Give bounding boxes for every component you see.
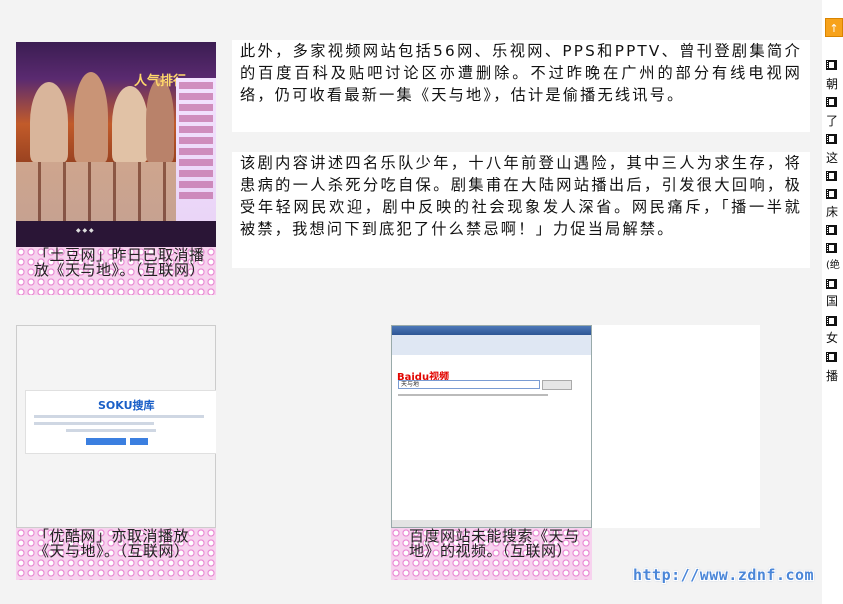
sidebar-link-8[interactable] <box>826 276 843 290</box>
sidebar-text-7[interactable]: (绝 <box>826 259 843 273</box>
film-icon <box>826 170 837 181</box>
sidebar-text-9[interactable]: 女 <box>826 331 843 345</box>
film-icon <box>826 315 837 326</box>
soku-logo: SOKU搜库 <box>98 399 155 412</box>
sidebar-link-3[interactable] <box>826 131 843 145</box>
tudou-screenshot-image: 人气排行 ◆ ◆ ◆ <box>16 42 216 247</box>
baidu-caption-text: 百度网站未能搜索《天与地》的视频。（互联网） <box>409 528 580 560</box>
paragraph-2-text: 该剧内容讲述四名乐队少年，十八年前登山遇险，其中三人为求生存，将患病的一人杀死分… <box>240 154 802 238</box>
sidebar-link-5[interactable] <box>826 186 843 200</box>
baidu-screenshot-image: Baidu视频 天与地 <box>391 325 592 528</box>
sidebar-link-10[interactable] <box>826 349 843 363</box>
youku-screenshot-image: SOKU搜库 <box>16 325 216 528</box>
film-icon <box>826 133 837 144</box>
scroll-top-button[interactable]: ↑ <box>825 18 843 37</box>
sidebar-link-1[interactable] <box>826 57 843 71</box>
sidebar-text-10[interactable]: 播 <box>826 369 843 383</box>
tudou-caption-text: 「土豆网」昨日已取消播放《天与地》。（互联网） <box>34 247 206 279</box>
tudou-caption: 「土豆网」昨日已取消播放《天与地》。（互联网） <box>16 247 216 295</box>
sidebar-link-6[interactable] <box>826 222 843 236</box>
film-icon <box>826 242 837 253</box>
film-icon <box>826 188 837 199</box>
sidebar-link-4[interactable] <box>826 168 843 182</box>
film-icon <box>826 278 837 289</box>
sidebar-text-8[interactable]: 国 <box>826 294 843 308</box>
film-icon <box>826 351 837 362</box>
film-icon <box>826 59 837 70</box>
film-icon <box>826 96 837 107</box>
sidebar-text-3[interactable]: 这 <box>826 151 843 165</box>
sidebar-text-5[interactable]: 床 <box>826 205 843 219</box>
youku-caption-text: 「优酷网」亦取消播放《天与地》。（互联网） <box>34 528 190 560</box>
baidu-search-text: 天与地 <box>401 381 420 388</box>
paragraph-1-text: 此外，多家视频网站包括56网、乐视网、PPS和PPTV、曾刊登剧集简介的百度百科… <box>240 42 802 104</box>
sidebar-link-7[interactable] <box>826 240 843 254</box>
right-sidebar: ↑ 朝 了 这 床 (绝 国 女 播 <box>822 0 843 604</box>
site-watermark: http://www.zdnf.com <box>633 566 815 584</box>
sidebar-text-1[interactable]: 朝 <box>826 77 843 91</box>
sidebar-text-2[interactable]: 了 <box>826 114 843 128</box>
film-icon <box>826 224 837 235</box>
article-paragraph-2: 该剧内容讲述四名乐队少年，十八年前登山遇险，其中三人为求生存，将患病的一人杀死分… <box>232 152 810 268</box>
sidebar-link-2[interactable] <box>826 94 843 108</box>
article-paragraph-1: 此外，多家视频网站包括56网、乐视网、PPS和PPTV、曾刊登剧集简介的百度百科… <box>232 40 810 132</box>
youku-caption: 「优酷网」亦取消播放《天与地》。（互联网） <box>16 528 216 580</box>
baidu-image-margin <box>592 325 760 528</box>
baidu-caption: 百度网站未能搜索《天与地》的视频。（互联网） <box>391 528 592 580</box>
sidebar-link-9[interactable] <box>826 313 843 327</box>
article-area: 人气排行 ◆ ◆ ◆ 「土豆网」昨日已取消播放《天与地》。（互联网） 此外，多家… <box>0 0 822 604</box>
